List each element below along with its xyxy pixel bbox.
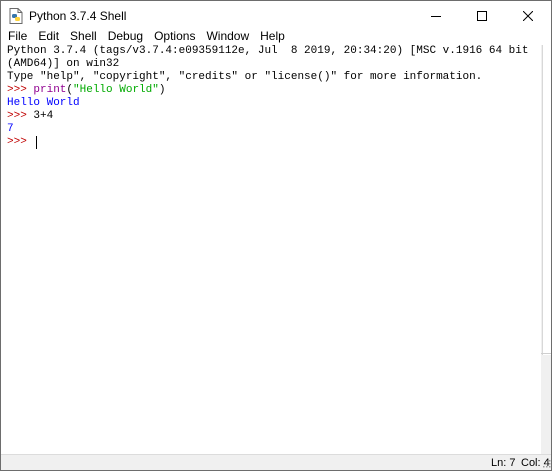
active-input-line[interactable]: >>> xyxy=(7,136,541,149)
text-cursor xyxy=(36,136,38,149)
status-line-number: Ln: 7 xyxy=(491,457,516,469)
shell-prompt: >>> xyxy=(7,136,34,148)
shell-prompt: >>> xyxy=(7,84,34,96)
string-literal: "Hello World" xyxy=(73,84,159,96)
vertical-scrollbar[interactable] xyxy=(541,45,551,454)
output-line: Hello World xyxy=(7,97,80,109)
close-icon xyxy=(523,11,533,21)
menu-help[interactable]: Help xyxy=(254,27,290,45)
idle-shell-window: Python 3.7.4 Shell File Edit Shell Debug… xyxy=(0,0,552,471)
builtin-keyword: print xyxy=(33,84,67,96)
python-idle-icon xyxy=(9,8,23,24)
shell-text-area[interactable]: Python 3.7.4 (tags/v3.7.4:e09359112e, Ju… xyxy=(1,45,541,454)
menu-debug[interactable]: Debug xyxy=(102,27,148,45)
banner-line: (AMD64)] on win32 xyxy=(7,58,120,70)
menu-window[interactable]: Window xyxy=(200,27,254,45)
output-line: 7 xyxy=(7,123,14,135)
paren-close: ) xyxy=(158,84,166,96)
scrollbar-track-divider xyxy=(541,353,551,354)
banner-line: Type "help", "copyright", "credits" or "… xyxy=(7,71,483,83)
menu-file[interactable]: File xyxy=(1,27,32,45)
menu-options[interactable]: Options xyxy=(148,27,200,45)
command-text: 3+4 xyxy=(33,110,54,122)
maximize-icon xyxy=(477,11,487,21)
menu-bar: File Edit Shell Debug Options Window Hel… xyxy=(1,27,551,45)
menu-shell[interactable]: Shell xyxy=(64,27,102,45)
shell-prompt: >>> xyxy=(7,110,34,122)
status-bar: Ln: 7 Col: 4 xyxy=(1,454,551,470)
scrollbar-thumb[interactable] xyxy=(542,45,551,355)
banner-line: Python 3.7.4 (tags/v3.7.4:e09359112e, Ju… xyxy=(7,45,529,57)
input-line: >>> print("Hello World") xyxy=(7,84,541,97)
menu-edit[interactable]: Edit xyxy=(32,27,64,45)
window-title: Python 3.7.4 Shell xyxy=(29,9,127,23)
input-line: >>> 3+4 xyxy=(7,110,541,123)
minimize-icon xyxy=(431,16,441,17)
resize-grip-icon[interactable] xyxy=(542,459,551,468)
